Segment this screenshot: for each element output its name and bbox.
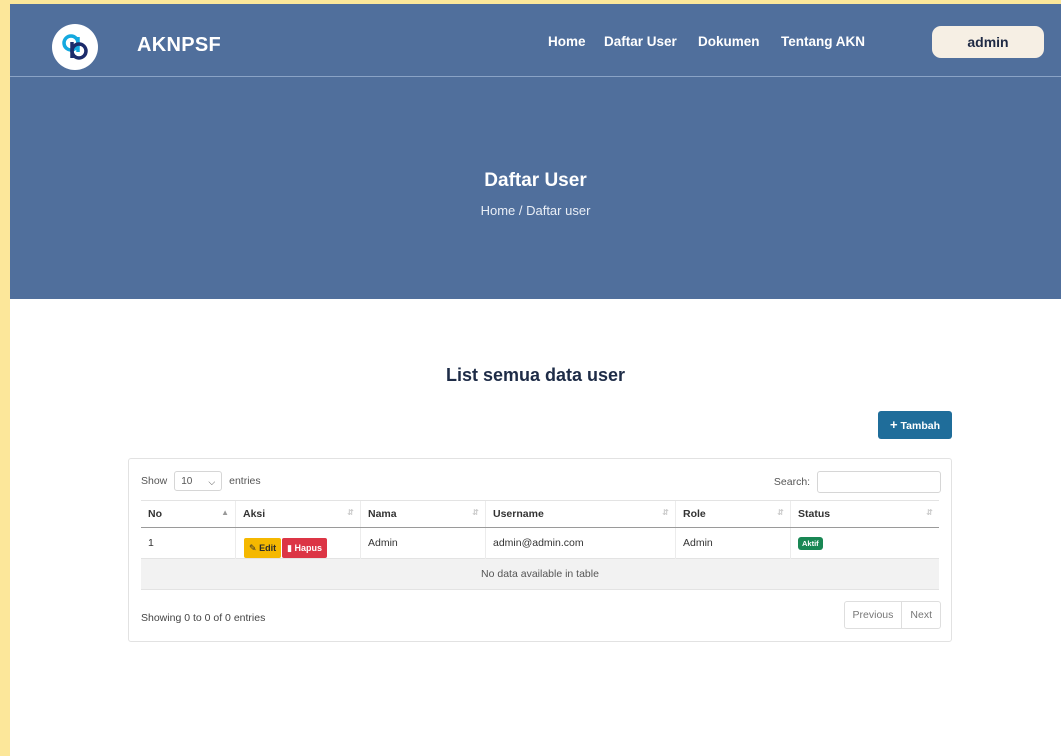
sort-icon: ⇵ bbox=[347, 508, 354, 517]
cell-no: 1 bbox=[148, 537, 154, 549]
page-title: Daftar User bbox=[484, 170, 587, 191]
table-info: Showing 0 to 0 of 0 entries bbox=[141, 612, 266, 624]
pagination: Previous Next bbox=[843, 601, 941, 629]
delete-button[interactable]: ▮ Hapus bbox=[282, 538, 328, 558]
column-header-nama[interactable]: Nama ⇵ bbox=[360, 500, 486, 528]
entries-label: entries bbox=[229, 474, 261, 487]
nav-link-tentang-akn[interactable]: Tentang AKN bbox=[781, 34, 865, 49]
column-label: Status bbox=[798, 508, 831, 520]
cell-status: Aktif bbox=[790, 527, 939, 559]
navbar: AKNPSF Home Daftar User Dokumen Tentang … bbox=[10, 4, 1061, 77]
column-header-username[interactable]: Username ⇵ bbox=[485, 500, 676, 528]
datatable-card: Show 10 ⌵ entries Search: No ▲ Aksi ⇵ Na… bbox=[128, 458, 952, 642]
plus-icon: + bbox=[890, 417, 898, 432]
row-actions: ✎ Edit ▮ Hapus bbox=[244, 538, 328, 558]
column-label: Nama bbox=[368, 508, 397, 520]
column-header-role[interactable]: Role ⇵ bbox=[675, 500, 791, 528]
nav-link-dokumen[interactable]: Dokumen bbox=[698, 34, 760, 49]
cell-role: Admin bbox=[675, 527, 791, 559]
empty-message: No data available in table bbox=[141, 558, 939, 590]
column-header-status[interactable]: Status ⇵ bbox=[790, 500, 939, 528]
edit-button-label: Edit bbox=[259, 543, 277, 553]
sort-icon: ⇵ bbox=[662, 508, 669, 517]
page-length-value: 10 bbox=[181, 476, 193, 487]
search-label: Search: bbox=[773, 475, 811, 488]
sort-icon: ⇵ bbox=[926, 508, 933, 517]
page: AKNPSF Home Daftar User Dokumen Tentang … bbox=[10, 4, 1061, 756]
empty-row: No data available in table bbox=[141, 558, 939, 590]
ab-monogram-icon[interactable] bbox=[52, 24, 98, 70]
column-label: Aksi bbox=[243, 508, 266, 520]
sort-icon: ⇵ bbox=[472, 508, 479, 517]
column-label: Role bbox=[683, 508, 706, 520]
sort-asc-icon: ▲ bbox=[221, 508, 229, 517]
column-header-no[interactable]: No ▲ bbox=[141, 500, 236, 528]
page-hero: Daftar User Home / Daftar user bbox=[10, 77, 1061, 299]
table-header-row: No ▲ Aksi ⇵ Nama ⇵ Username ⇵ Role ⇵ Sta… bbox=[141, 500, 939, 528]
cell-nama: Admin bbox=[360, 527, 486, 559]
edit-icon: ✎ bbox=[249, 543, 257, 553]
column-header-aksi[interactable]: Aksi ⇵ bbox=[235, 500, 361, 528]
breadcrumb: Home / Daftar user bbox=[480, 203, 591, 218]
show-label: Show bbox=[141, 474, 168, 487]
status-badge: Aktif bbox=[798, 536, 823, 550]
edit-button[interactable]: ✎ Edit bbox=[244, 538, 282, 558]
brand-name[interactable]: AKNPSF bbox=[137, 34, 221, 57]
add-user-button[interactable]: + Tambah bbox=[878, 411, 952, 439]
length-control: Show 10 ⌵ entries bbox=[141, 471, 261, 491]
page-length-select[interactable]: 10 ⌵ bbox=[174, 471, 223, 491]
add-button-label: Tambah bbox=[900, 420, 940, 432]
nav-link-daftar-user[interactable]: Daftar User bbox=[604, 34, 677, 49]
trash-icon: ▮ bbox=[287, 543, 293, 553]
column-label: Username bbox=[493, 508, 544, 520]
sort-icon: ⇵ bbox=[777, 508, 784, 517]
user-menu-button[interactable]: admin bbox=[932, 26, 1044, 58]
previous-page-button[interactable]: Previous bbox=[845, 602, 902, 628]
section-title: List semua data user bbox=[445, 365, 626, 385]
next-page-button[interactable]: Next bbox=[901, 602, 940, 628]
column-label: No bbox=[148, 508, 162, 520]
delete-button-label: Hapus bbox=[294, 543, 323, 553]
search-input[interactable] bbox=[817, 471, 941, 493]
cell-username: admin@admin.com bbox=[485, 527, 676, 559]
search-control: Search: bbox=[774, 471, 941, 493]
nav-link-home[interactable]: Home bbox=[548, 34, 586, 49]
chevron-down-icon: ⌵ bbox=[208, 477, 216, 487]
